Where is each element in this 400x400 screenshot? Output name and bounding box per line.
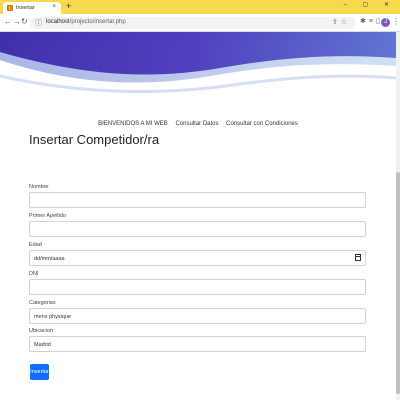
page-scrollbar[interactable]	[396, 32, 400, 400]
label-edad: Edad	[29, 242, 42, 248]
reload-icon[interactable]: ↻	[21, 17, 28, 26]
calendar-icon[interactable]	[355, 254, 361, 261]
page-title: Insertar Competidor/ra	[29, 132, 160, 147]
nav-link-consultar-datos[interactable]: Consultar Datos	[175, 121, 218, 127]
label-ubicacion: Ubicacion	[29, 328, 54, 334]
omnibox-actions[interactable]: ⇪☆	[332, 18, 350, 26]
scrollbar-thumb[interactable]	[396, 172, 400, 394]
url-path: /projecto/insertar.php	[69, 19, 126, 25]
insertar-button[interactable]: Insertar	[30, 364, 49, 380]
star-icon[interactable]: ☆	[341, 19, 350, 26]
toolbar-icons[interactable]: ✱≡▯	[360, 17, 383, 25]
new-tab-button[interactable]: +	[66, 1, 71, 11]
nav-link-bienvenidos[interactable]: BIENVENIDOS A MI WEB	[98, 121, 168, 127]
share-icon[interactable]: ⇪	[332, 19, 341, 26]
browser-tab[interactable]: Insertar ×	[3, 2, 61, 14]
categorias-input[interactable]: mens physique	[29, 308, 366, 324]
address-bar[interactable]: ⓘ localhost/projecto/insertar.php ⇪☆	[30, 17, 356, 29]
kebab-icon[interactable]: ⋮	[392, 17, 400, 26]
window-controls[interactable]: – ▢ ✕	[344, 1, 396, 8]
url-host: localhost	[46, 19, 70, 25]
extensions-icon[interactable]: ✱	[360, 18, 369, 25]
browser-toolbar: ← → ↻ ⓘ localhost/projecto/insertar.php …	[0, 14, 400, 32]
favicon-icon	[7, 5, 13, 11]
back-icon[interactable]: ←	[4, 17, 12, 26]
nombre-input[interactable]	[29, 192, 366, 208]
edad-value: dd/mm/aaaa	[34, 256, 65, 262]
dni-input[interactable]	[29, 279, 366, 295]
tab-close-icon[interactable]: ×	[52, 4, 56, 10]
label-categorias: Categorias	[29, 300, 56, 306]
url-text[interactable]: localhost/projecto/insertar.php	[46, 19, 126, 25]
tab-title: Insertar	[16, 5, 35, 11]
info-icon[interactable]: ⓘ	[35, 18, 42, 28]
ubicacion-input[interactable]: Madrid	[29, 336, 366, 352]
primer-apellido-input[interactable]	[29, 221, 366, 237]
forward-icon[interactable]: →	[13, 17, 21, 26]
tab-strip: Insertar × + – ▢ ✕	[0, 0, 400, 14]
top-navigation: BIENVENIDOS A MI WEB Consultar Datos Con…	[0, 121, 396, 127]
label-nombre: Nombre	[29, 184, 49, 190]
label-primer-apellido: Primer Apellido	[29, 213, 66, 219]
media-icon[interactable]: ≡	[369, 18, 376, 25]
label-dni: DNI	[29, 271, 39, 277]
profile-avatar[interactable]: J	[381, 18, 390, 27]
header-wave	[0, 32, 396, 94]
edad-date-input[interactable]: dd/mm/aaaa	[29, 250, 366, 266]
nav-link-consultar-condiciones[interactable]: Consultar con Condiciones	[226, 121, 298, 127]
